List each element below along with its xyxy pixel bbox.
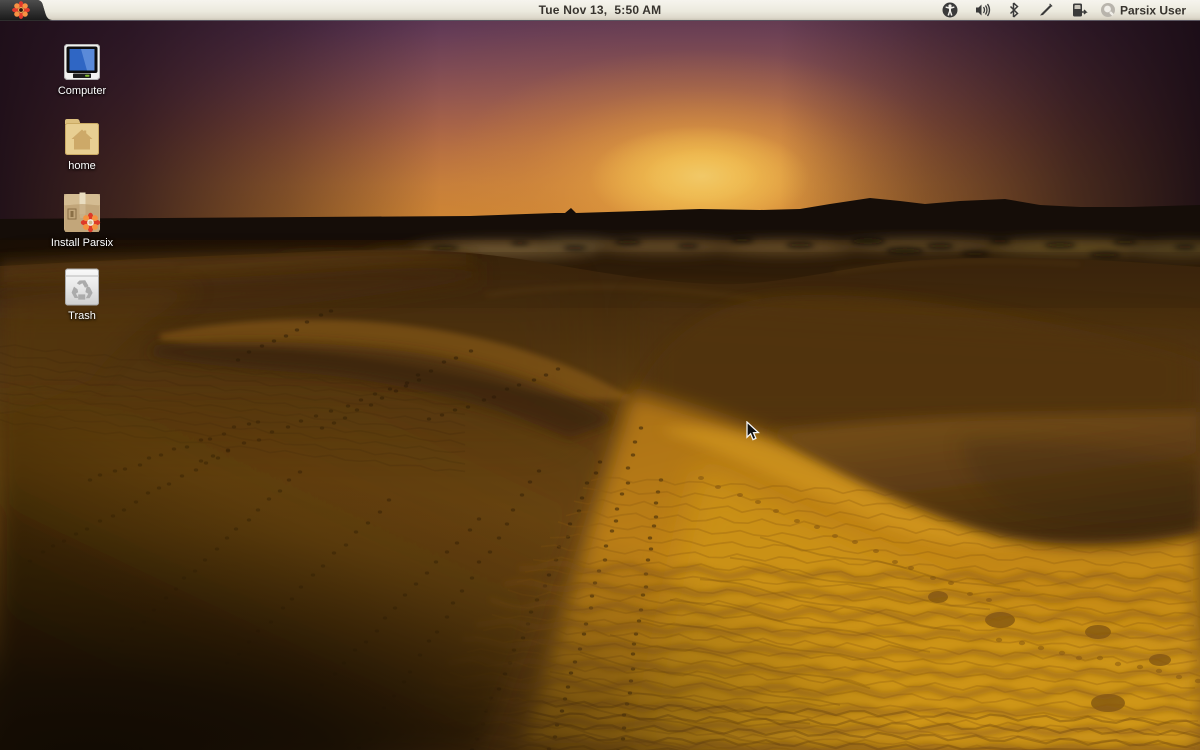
svg-text:Parsix User: Parsix User bbox=[1120, 4, 1186, 18]
